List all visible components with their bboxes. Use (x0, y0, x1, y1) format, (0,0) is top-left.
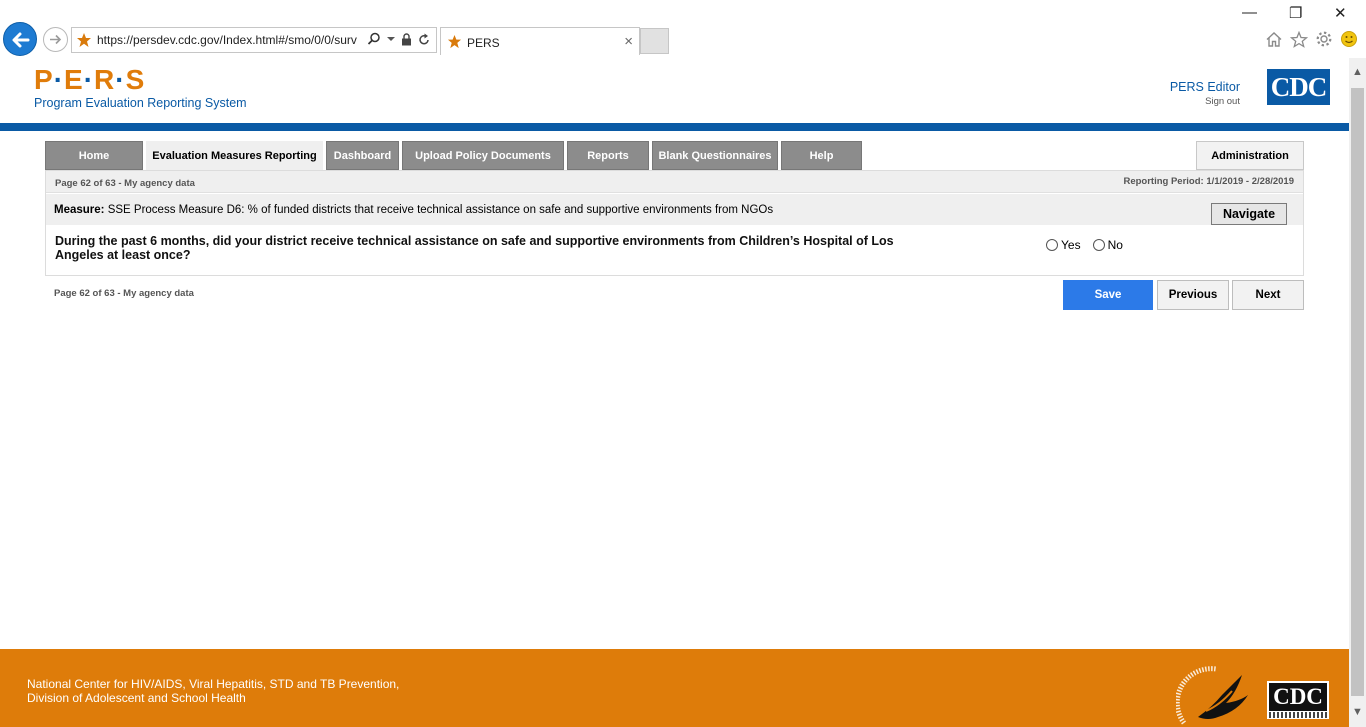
measure-text: SSE Process Measure D6: % of funded dist… (107, 204, 774, 216)
cdc-footer-logo-text: CDC (1273, 684, 1323, 709)
restore-window-icon[interactable]: ❐ (1289, 4, 1302, 22)
pers-logo[interactable]: P·E·R·S Program Evaluation Reporting Sys… (34, 66, 247, 111)
cdc-footer-logo-tagline (1269, 712, 1327, 718)
logo-letter: E (64, 64, 84, 95)
logo-dot: · (83, 64, 95, 95)
search-icon[interactable] (367, 32, 381, 46)
tab-blank-questionnaires[interactable]: Blank Questionnaires (652, 141, 778, 170)
new-tab-button[interactable] (640, 28, 669, 54)
save-button[interactable]: Save (1063, 280, 1153, 310)
tab-title: PERS (467, 36, 500, 50)
arrow-right-icon (50, 34, 62, 45)
close-window-icon[interactable]: ✕ (1334, 4, 1347, 22)
dropdown-chevron-icon[interactable] (387, 35, 395, 43)
page: P·E·R·S Program Evaluation Reporting Sys… (0, 58, 1349, 727)
tab-favicon-star-icon (447, 34, 462, 54)
address-bar[interactable]: https://persdev.cdc.gov/Index.html#/smo/… (71, 27, 437, 53)
measure-label: Measure: (54, 204, 105, 216)
scrollbar-thumb[interactable] (1351, 88, 1364, 696)
tab-home[interactable]: Home (45, 141, 143, 170)
logo-letter: P (34, 64, 54, 95)
header-divider (0, 123, 1349, 131)
browser-toolbar-icons (1265, 30, 1358, 48)
footer-line-2: Division of Adolescent and School Health (27, 691, 246, 705)
logo-dot: · (53, 64, 65, 95)
tab-help[interactable]: Help (781, 141, 862, 170)
tab-reports[interactable]: Reports (567, 141, 649, 170)
tab-close-icon[interactable]: × (624, 33, 633, 50)
next-button[interactable]: Next (1232, 280, 1304, 310)
arrow-left-icon (12, 32, 30, 48)
main-nav: Home Evaluation Measures Reporting Dashb… (45, 141, 1304, 170)
logo-subtitle: Program Evaluation Reporting System (34, 96, 247, 110)
back-button[interactable] (3, 22, 37, 56)
yes-radio[interactable] (1046, 239, 1058, 251)
home-icon[interactable] (1265, 31, 1283, 48)
footer-line-1: National Center for HIV/AIDS, Viral Hepa… (27, 677, 400, 691)
minimize-window-icon[interactable]: — (1242, 4, 1257, 21)
tab-dashboard[interactable]: Dashboard (326, 141, 399, 170)
user-name: PERS Editor (1169, 80, 1240, 94)
feedback-smiley-icon[interactable] (1340, 30, 1358, 48)
survey-card-header: Page 62 of 63 - My agency data Reporting… (46, 171, 1303, 193)
refresh-icon[interactable] (418, 33, 430, 46)
user-area: PERS Editor Sign out (1170, 80, 1240, 107)
cdc-logo: CDC (1267, 69, 1330, 105)
sign-out-link[interactable]: Sign out (1170, 96, 1240, 107)
pers-logo-word: P·E·R·S (34, 66, 247, 94)
url-text: https://persdev.cdc.gov/Index.html#/smo/… (97, 33, 357, 47)
reporting-period: Reporting Period: 1/1/2019 - 2/28/2019 (1123, 176, 1294, 187)
measure-row: Measure: SSE Process Measure D6: % of fu… (46, 194, 1303, 225)
logo-letter: S (125, 64, 146, 95)
no-label[interactable]: No (1108, 238, 1123, 252)
navigate-button[interactable]: Navigate (1211, 203, 1287, 225)
browser-chrome: https://persdev.cdc.gov/Index.html#/smo/… (0, 0, 1366, 58)
favicon-star-icon (76, 32, 92, 53)
no-radio[interactable] (1092, 239, 1105, 251)
page-info-bottom: Page 62 of 63 - My agency data (54, 288, 194, 299)
previous-button[interactable]: Previous (1157, 280, 1229, 310)
hhs-seal-icon (1176, 666, 1248, 725)
cdc-logo-text: CDC (1270, 71, 1327, 102)
footer: National Center for HIV/AIDS, Viral Hepa… (0, 649, 1349, 727)
logo-dot: · (115, 64, 126, 95)
cdc-footer-logo: CDC (1267, 681, 1329, 719)
lock-icon[interactable] (401, 32, 412, 46)
settings-gear-icon[interactable] (1315, 30, 1333, 48)
survey-card: Page 62 of 63 - My agency data Reporting… (45, 170, 1304, 276)
scroll-up-icon[interactable]: ▲ (1352, 66, 1363, 78)
yes-label[interactable]: Yes (1061, 238, 1081, 252)
browser-tab[interactable]: PERS × (440, 27, 640, 55)
tab-evaluation-measures-reporting[interactable]: Evaluation Measures Reporting (146, 141, 323, 170)
answer-options: Yes No (1046, 238, 1135, 252)
address-tools (367, 32, 430, 46)
question-text: During the past 6 months, did your distr… (55, 234, 894, 262)
vertical-scrollbar[interactable]: ▲ ▼ (1349, 58, 1366, 727)
administration-button[interactable]: Administration (1196, 141, 1304, 170)
cdc-footer-logo-mark: CDC (1269, 683, 1327, 711)
favorites-star-icon[interactable] (1290, 30, 1308, 48)
page-info: Page 62 of 63 - My agency data (55, 178, 195, 189)
logo-letter: R (94, 64, 116, 95)
tab-upload-policy-documents[interactable]: Upload Policy Documents (402, 141, 564, 170)
forward-button[interactable] (43, 27, 68, 52)
measure-description: Measure: SSE Process Measure D6: % of fu… (54, 204, 773, 216)
footer-text: National Center for HIV/AIDS, Viral Hepa… (27, 677, 399, 705)
scroll-down-icon[interactable]: ▼ (1352, 706, 1363, 718)
